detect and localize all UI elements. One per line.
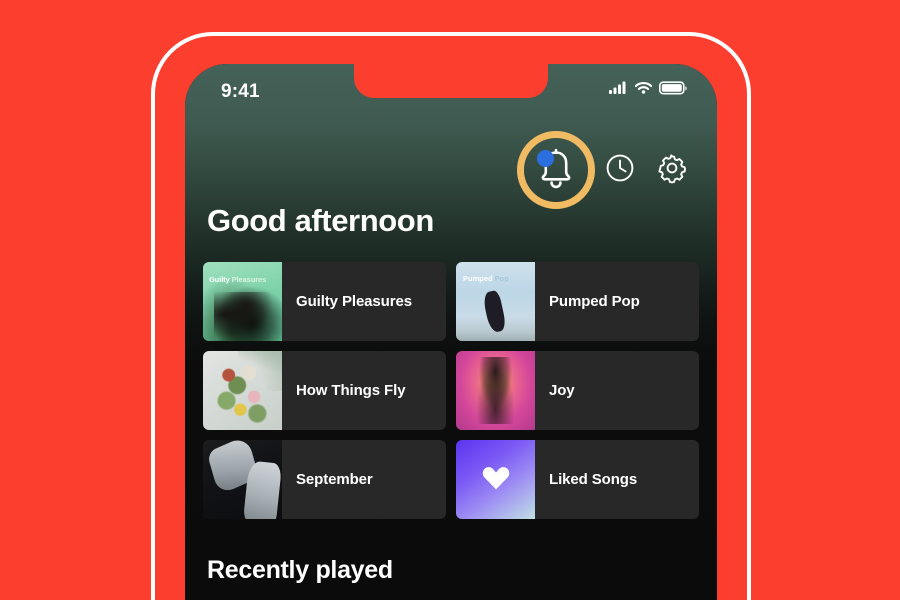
listening-history-button[interactable] [597, 147, 643, 193]
playlist-artwork: Guilty Pleasures [203, 262, 282, 342]
status-time: 9:41 [221, 80, 260, 102]
wifi-icon [634, 81, 653, 99]
shortcut-card-how-things-fly[interactable]: How Things Fly [203, 351, 446, 431]
settings-button[interactable] [649, 147, 695, 193]
clock-icon [605, 153, 635, 188]
playlist-artwork: Pumped Pop [456, 262, 535, 342]
shortcut-card-pumped-pop[interactable]: Pumped Pop Pumped Pop [456, 262, 699, 342]
artwork-caption: Guilty Pleasures [209, 275, 267, 285]
recently-played-heading: Recently played [207, 556, 393, 585]
shortcut-label: Guilty Pleasures [296, 292, 412, 310]
header-actions [517, 131, 695, 209]
shortcut-card-september[interactable]: September [203, 440, 446, 520]
status-bar: 9:41 [185, 64, 717, 116]
page-title: Good afternoon [207, 203, 434, 238]
cellular-signal-icon [609, 81, 628, 99]
app-content: Good afternoon Guilty Pleasures Guilty P… [185, 203, 717, 600]
shortcut-card-liked-songs[interactable]: Liked Songs [456, 440, 699, 520]
shortcut-label: Joy [549, 381, 575, 399]
playlist-artwork [456, 440, 535, 520]
heart-icon [481, 464, 511, 496]
notifications-bell-button[interactable] [517, 131, 595, 209]
playlist-artwork [203, 351, 282, 431]
phone-screen: 9:41 Good afternoon Guilty Pleasures Gui… [185, 64, 717, 600]
notification-badge-dot [537, 150, 554, 167]
shortcuts-grid: Guilty Pleasures Guilty Pleasures Pumped… [203, 262, 699, 520]
battery-icon [659, 80, 687, 100]
gear-icon [656, 152, 688, 189]
status-icons [609, 80, 687, 100]
shortcut-label: September [296, 470, 373, 488]
artwork-caption: Pumped Pop [463, 274, 509, 284]
playlist-artwork [456, 351, 535, 431]
shortcut-label: How Things Fly [296, 381, 406, 399]
shortcut-label: Liked Songs [549, 470, 638, 488]
shortcut-card-guilty-pleasures[interactable]: Guilty Pleasures Guilty Pleasures [203, 262, 446, 342]
playlist-artwork [203, 440, 282, 520]
screenshot-stage: 9:41 Good afternoon Guilty Pleasures Gui… [0, 0, 900, 600]
shortcut-label: Pumped Pop [549, 292, 640, 310]
shortcut-card-joy[interactable]: Joy [456, 351, 699, 431]
